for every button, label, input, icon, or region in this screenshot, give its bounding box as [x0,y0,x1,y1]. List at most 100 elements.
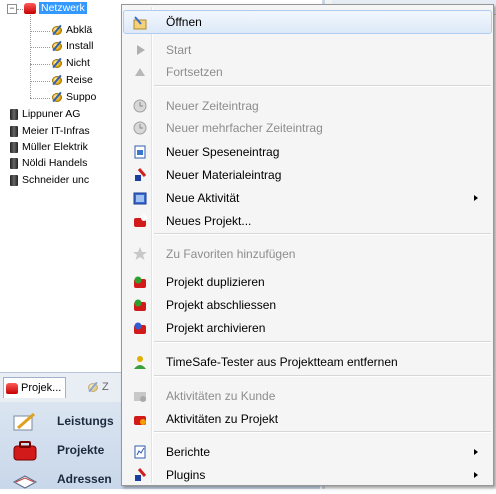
tree-node-task[interactable]: Nicht [51,57,90,70]
open-icon [133,16,147,30]
menu-item-label: Neue Aktivität [166,191,240,205]
tree-node-label: Schneider unc [22,174,90,186]
tree-node-task[interactable]: Reise [51,74,93,87]
client-icon [10,141,18,153]
tree-node-label: Nicht [66,57,90,69]
menu-item-timesafe-tester-aus-projektteam-entfernen[interactable]: TimeSafe-Tester aus Projektteam entferne… [124,351,491,373]
menu-item-aktivitäten-zu-projekt[interactable]: Aktivitäten zu Projekt [124,408,491,430]
submenu-arrow-icon [474,472,478,478]
project-icon [6,382,18,394]
menu-item-neuer-mehrfacher-zeiteintrag: Neuer mehrfacher Zeiteintrag [124,117,491,139]
nav-label: Adressen [57,472,112,486]
tree-node-project[interactable]: Netzwerk [24,2,87,15]
menu-item-label: Berichte [166,445,211,459]
nav-label: Leistungs [57,414,114,428]
briefcase-icon [13,441,37,461]
tree-node-client[interactable]: Meier IT-Infras [10,125,90,138]
client-icon [10,174,18,186]
archive-project-icon [134,322,146,334]
menu-item-neues-projekt[interactable]: Neues Projekt... [124,210,491,232]
nav-label: Projekte [57,443,105,457]
task-icon [51,92,63,103]
star-icon [133,247,147,260]
project-icon [24,2,36,14]
menu-item-label: Neuer Materialeintrag [166,168,282,182]
task-icon [51,58,63,69]
tree-node-label: Install [66,40,94,52]
tree-node-client[interactable]: Nöldi Handels [10,157,87,170]
menu-separator [154,431,491,433]
duplicate-project-icon [134,276,146,288]
client-icon [10,125,18,137]
menu-item-öffnen[interactable]: Öffnen [123,10,492,34]
menu-item-projekt-archivieren[interactable]: Projekt archivieren [124,317,491,339]
menu-item-label: Zu Favoriten hinzufügen [166,247,296,261]
close-project-icon [134,299,146,311]
menu-separator [154,85,491,87]
tree-node-client[interactable]: Müller Elektrik [10,141,88,154]
tree-node-label: Nöldi Handels [22,157,88,169]
new-project-icon [134,215,147,227]
tree-node-client[interactable]: Lippuner AG [10,108,80,121]
tab-second[interactable]: Z [85,377,113,397]
task-icon [51,25,63,36]
submenu-arrow-icon [474,195,478,201]
menu-item-label: Neuer Zeiteintrag [166,99,259,113]
tree-node-task[interactable]: Suppo [51,91,96,104]
report-icon [134,445,146,459]
menu-item-start: Start [124,39,491,61]
menu-item-label: Start [166,43,192,57]
expense-icon [134,145,146,159]
tree-node-label: Müller Elektrik [22,141,88,153]
menu-item-projekt-duplizieren[interactable]: Projekt duplizieren [124,271,491,293]
tree-node-label: Lippuner AG [22,108,81,120]
task-icon [51,41,63,52]
menu-item-plugins[interactable]: Plugins [124,464,491,486]
menu-item-label: Projekt abschliessen [166,298,277,312]
menu-item-fortsetzen: Fortsetzen [124,61,491,83]
tab-label: Projek... [21,382,62,394]
menu-separator [154,341,491,343]
menu-item-berichte[interactable]: Berichte [124,441,491,463]
submenu-arrow-icon [474,449,478,455]
menu-item-neuer-zeiteintrag: Neuer Zeiteintrag [124,95,491,117]
menu-item-neuer-materialeintrag[interactable]: Neuer Materialeintrag [124,164,491,186]
address-book-icon [12,475,38,489]
menu-item-label: Projekt archivieren [166,321,266,335]
menu-item-neue-aktivität[interactable]: Neue Aktivität [124,187,491,209]
clock-multiple-icon [133,121,147,135]
context-menu: Öffnen Start Fortsetzen Neuer Zeiteintrag Ne… [121,4,494,486]
play-icon [137,45,145,55]
menu-item-projekt-abschliessen[interactable]: Projekt abschliessen [124,294,491,316]
menu-item-label: Neues Projekt... [166,214,252,228]
menu-item-label: Projekt duplizieren [166,275,265,289]
menu-item-label: Fortsetzen [166,65,223,79]
menu-item-label: Plugins [166,468,206,482]
clock-icon [133,99,147,113]
tree-node-task[interactable]: Abklä [51,24,92,37]
collapse-icon[interactable]: − [7,4,17,14]
project-activities-icon [134,416,146,425]
menu-item-label: Neuer Speseneintrag [166,145,280,159]
pencil-paper-icon [13,412,35,431]
tree-node-task[interactable]: Install [51,40,93,53]
plugin-icon [135,468,147,481]
tree-node-label: Meier IT-Infras [22,125,90,137]
menu-item-neuer-speseneintrag[interactable]: Neuer Speseneintrag [124,141,491,163]
tree-node-label: Netzwerk [39,2,87,14]
tree-node-label: Reise [66,74,93,86]
tree-node-client[interactable]: Schneider unc [10,174,89,187]
menu-item-label: Aktivitäten zu Projekt [166,412,279,426]
menu-separator [154,233,491,235]
menu-item-aktivitäten-zu-kunde: Aktivitäten zu Kunde [124,385,491,407]
task-icon [87,382,99,393]
task-icon [51,75,63,86]
menu-item-label: Aktivitäten zu Kunde [166,389,276,403]
tab-projects[interactable]: Projek... [3,377,67,398]
client-activities-icon [134,392,146,402]
client-icon [10,108,18,120]
menu-item-label: TimeSafe-Tester aus Projektteam entferne… [166,355,398,369]
remove-user-icon [134,356,146,369]
menu-separator [154,375,491,377]
material-icon [135,168,147,181]
